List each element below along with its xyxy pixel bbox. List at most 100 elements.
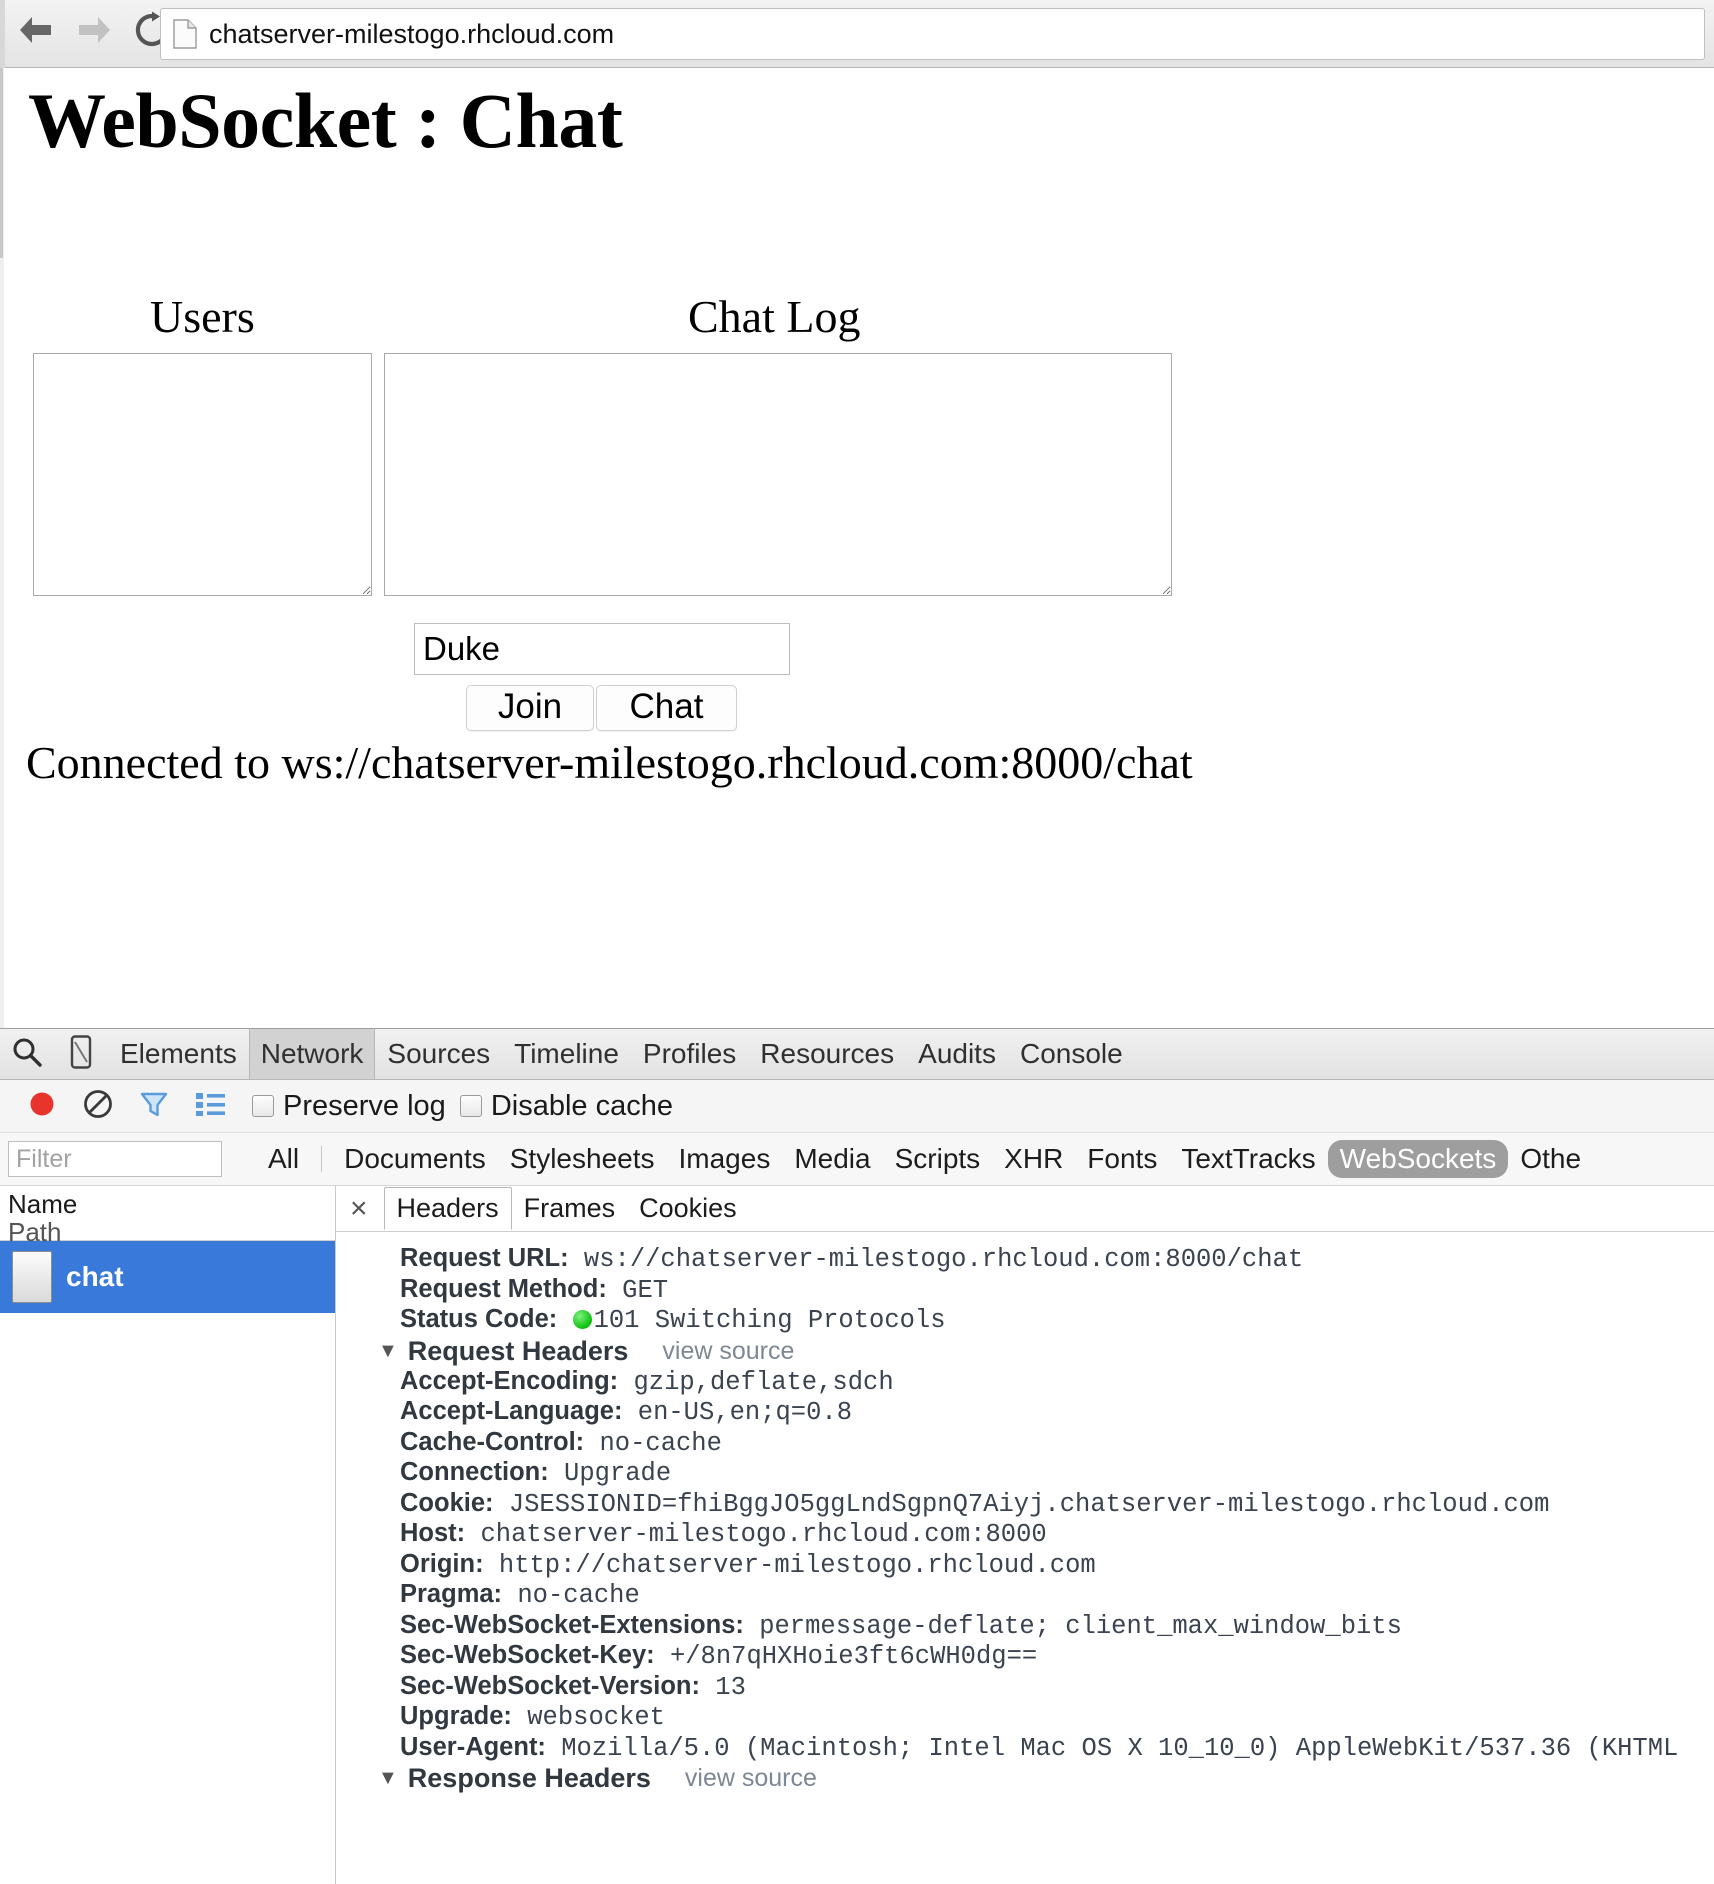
screenshot-root: chatserver-milestogo.rhcloud.com WebSock… (0, 0, 1714, 1884)
header-key: User-Agent: (400, 1732, 546, 1761)
network-toolbar: Preserve log Disable cache (0, 1080, 1714, 1133)
summary-status-code-key: Status Code: (400, 1305, 558, 1333)
forward-button[interactable] (72, 8, 116, 52)
address-bar[interactable]: chatserver-milestogo.rhcloud.com (160, 8, 1705, 60)
summary-request-method: Request Method: GET (378, 1275, 1714, 1306)
devtools-tab-profiles[interactable]: Profiles (631, 1029, 748, 1079)
detail-tab-headers[interactable]: Headers (383, 1187, 512, 1230)
devtools-tab-timeline[interactable]: Timeline (502, 1029, 631, 1079)
header-accept-language: Accept-Language: en-US,en;q=0.8 (378, 1397, 1714, 1428)
header-sec-websocket-key: Sec-WebSocket-Key: +/8n7qHXHoie3ft6cWH0d… (378, 1641, 1714, 1672)
header-value: no-cache (517, 1581, 640, 1610)
devtools-tab-network[interactable]: Network (248, 1029, 376, 1079)
record-button[interactable] (14, 1080, 70, 1133)
header-value: Upgrade (564, 1459, 672, 1488)
device-toggle-icon (69, 1034, 93, 1074)
funnel-filter-icon (138, 1088, 170, 1125)
network-body: Name Path chat × Headers Frames Cookies (0, 1186, 1714, 1884)
header-value: no-cache (599, 1428, 722, 1458)
filter-type-media[interactable]: Media (782, 1140, 882, 1178)
filter-type-stylesheets[interactable]: Stylesheets (498, 1140, 667, 1178)
filter-type-scripts[interactable]: Scripts (883, 1140, 993, 1178)
filter-type-all[interactable]: All (256, 1140, 311, 1178)
header-key: Origin: (400, 1549, 484, 1578)
filter-type-websockets[interactable]: WebSockets (1327, 1140, 1509, 1178)
header-cookie: Cookie: JSESSIONID=fhiBggJO5ggLndSgpnQ7A… (378, 1489, 1714, 1520)
devtools-tab-audits[interactable]: Audits (906, 1029, 1008, 1079)
header-cache-control: Cache-Control: no-cache (378, 1428, 1714, 1459)
network-detail-pane: × Headers Frames Cookies Request URL: ws… (336, 1186, 1714, 1884)
disable-cache-label: Disable cache (490, 1089, 673, 1122)
chevron-down-icon: ▼ (378, 1339, 398, 1362)
header-upgrade: Upgrade: websocket (378, 1702, 1714, 1733)
header-value: gzip,deflate,sdch (633, 1367, 894, 1397)
devtools-tabbar: Elements Network Sources Timeline Profil… (0, 1029, 1714, 1080)
header-key: Host: (400, 1519, 466, 1547)
header-key: Upgrade: (400, 1702, 512, 1730)
back-button[interactable] (14, 8, 58, 52)
preserve-log-checkbox[interactable]: Preserve log (252, 1090, 446, 1123)
filter-type-xhr[interactable]: XHR (992, 1140, 1075, 1178)
record-circle-icon (25, 1087, 59, 1126)
web-page-content: WebSocket : Chat Users Chat Log Join Cha… (0, 68, 1714, 1028)
header-value: http://chatserver-milestogo.rhcloud.com (498, 1550, 1096, 1580)
users-label: Users (150, 291, 255, 342)
request-name: chat (66, 1261, 124, 1292)
headers-content: Request URL: ws://chatserver-milestogo.r… (336, 1232, 1714, 1794)
header-host: Host: chatserver-milestogo.rhcloud.com:8… (378, 1519, 1714, 1550)
devtools-tab-sources[interactable]: Sources (375, 1029, 502, 1079)
header-value: +/8n7qHXHoie3ft6cWH0dg== (669, 1642, 1038, 1671)
column-header-name: Name (8, 1189, 78, 1219)
devtools-tab-elements[interactable]: Elements (108, 1029, 249, 1079)
header-value: JSESSIONID=fhiBggJO5ggLndSgpnQ7Aiyj.chat… (508, 1489, 1550, 1519)
filter-type-texttracks[interactable]: TextTracks (1169, 1140, 1327, 1178)
devtools-tab-console[interactable]: Console (1008, 1029, 1135, 1079)
header-value: en-US,en;q=0.8 (637, 1398, 853, 1427)
devtools-tab-resources[interactable]: Resources (748, 1029, 906, 1079)
header-value: chatserver-milestogo.rhcloud.com:8000 (480, 1520, 1047, 1549)
detail-tab-cookies[interactable]: Cookies (627, 1188, 749, 1229)
filter-input[interactable] (8, 1141, 222, 1177)
header-key: Pragma: (400, 1580, 503, 1608)
device-mode-button[interactable] (54, 1029, 108, 1079)
users-textarea[interactable] (33, 353, 372, 596)
header-connection: Connection: Upgrade (378, 1458, 1714, 1489)
detail-tab-frames[interactable]: Frames (512, 1188, 628, 1229)
devtools-panel: Elements Network Sources Timeline Profil… (0, 1028, 1714, 1884)
header-sec-websocket-version: Sec-WebSocket-Version: 13 (378, 1672, 1714, 1703)
preserve-log-label: Preserve log (283, 1089, 446, 1122)
filter-type-images[interactable]: Images (667, 1140, 783, 1178)
request-view-source-link[interactable]: view source (662, 1337, 794, 1366)
disable-cache-checkbox[interactable]: Disable cache (459, 1089, 673, 1123)
summary-status-code-value: 101 Switching Protocols (593, 1306, 946, 1335)
view-mode-button[interactable] (182, 1080, 238, 1133)
response-view-source-link[interactable]: view source (685, 1764, 817, 1793)
inspect-element-button[interactable] (0, 1029, 54, 1079)
header-value: 13 (715, 1672, 746, 1702)
disable-cache-box (459, 1095, 482, 1117)
header-origin: Origin: http://chatserver-milestogo.rhcl… (378, 1550, 1714, 1581)
chatlog-textarea[interactable] (384, 353, 1172, 596)
table-row[interactable]: chat (0, 1241, 335, 1313)
summary-request-url-key: Request URL: (400, 1244, 569, 1272)
chevron-down-icon: ▼ (378, 1767, 398, 1789)
request-headers-title: Request Headers (407, 1335, 629, 1366)
summary-request-url: Request URL: ws://chatserver-milestogo.r… (378, 1244, 1714, 1275)
browser-chrome: chatserver-milestogo.rhcloud.com (0, 0, 1714, 68)
forward-arrow-icon (74, 13, 114, 47)
join-button[interactable]: Join (466, 685, 594, 731)
chatlog-label: Chat Log (688, 291, 861, 342)
chat-button[interactable]: Chat (596, 685, 737, 731)
username-input[interactable] (414, 623, 790, 675)
filter-type-other[interactable]: Othe (1508, 1140, 1593, 1178)
response-headers-section[interactable]: ▼ Response Headers view source (378, 1763, 1714, 1794)
clear-button[interactable] (70, 1080, 126, 1133)
header-value: permessage-deflate; client_max_window_bi… (759, 1611, 1402, 1641)
filter-toggle-button[interactable] (126, 1080, 182, 1133)
magnifier-icon (11, 1036, 43, 1073)
summary-status-code: Status Code: 101 Switching Protocols (378, 1305, 1714, 1336)
filter-type-documents[interactable]: Documents (332, 1140, 498, 1178)
request-headers-section[interactable]: ▼ Request Headers view source (378, 1336, 1714, 1367)
close-icon[interactable]: × (350, 1193, 368, 1224)
filter-type-fonts[interactable]: Fonts (1075, 1140, 1169, 1178)
